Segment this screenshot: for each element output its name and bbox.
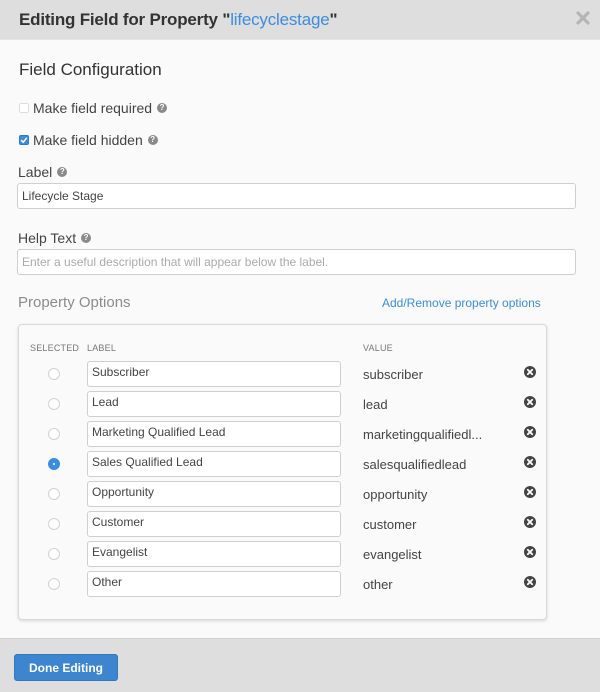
option-row: subscriber: [19, 361, 548, 387]
option-value: subscriber: [363, 367, 423, 382]
make-field-required-label: Make field required: [33, 100, 153, 116]
option-selected-radio[interactable]: [48, 458, 60, 470]
question-circle-icon[interactable]: ?: [57, 167, 68, 177]
question-circle-icon[interactable]: ?: [147, 135, 158, 145]
make-field-hidden-label: Make field hidden: [33, 132, 143, 148]
option-row: evangelist: [19, 541, 548, 567]
label-input[interactable]: [17, 183, 576, 209]
option-row: lead: [19, 391, 548, 417]
modal-title: Editing Field for Property "lifecyclesta…: [19, 10, 338, 29]
field-configuration-title: Field Configuration: [19, 60, 162, 79]
option-selected-radio[interactable]: [48, 548, 60, 560]
property-name: lifecyclestage: [230, 10, 330, 29]
option-label-input[interactable]: [87, 541, 341, 567]
property-options-title: Property Options: [18, 294, 131, 311]
modal-body: Field Configuration Make field required …: [0, 40, 600, 638]
remove-option-icon[interactable]: [524, 456, 536, 468]
option-value: other: [363, 577, 393, 592]
question-circle-icon[interactable]: ?: [157, 103, 168, 113]
checkmark-icon: [20, 137, 28, 144]
make-field-hidden-checkbox[interactable]: [19, 135, 29, 145]
close-icon[interactable]: [576, 11, 590, 25]
remove-option-icon[interactable]: [524, 396, 536, 408]
make-field-required-checkbox[interactable]: [19, 103, 29, 113]
column-header-value: VALUE: [363, 343, 393, 353]
option-label-input[interactable]: [87, 571, 341, 597]
make-field-required-row[interactable]: Make field required ?: [19, 100, 168, 116]
option-row: marketingqualifiedl...: [19, 421, 548, 447]
option-selected-radio[interactable]: [48, 488, 60, 500]
option-value: lead: [363, 397, 388, 412]
option-selected-radio[interactable]: [48, 428, 60, 440]
modal-footer: Done Editing: [0, 638, 600, 692]
done-editing-button[interactable]: Done Editing: [14, 654, 118, 681]
column-header-selected: SELECTED: [30, 343, 80, 353]
option-value: salesqualifiedlead: [363, 457, 467, 472]
help-text-field-label: Help Text ?: [18, 230, 92, 246]
question-circle-icon[interactable]: ?: [81, 233, 92, 243]
add-remove-options-link[interactable]: Add/Remove property options: [382, 296, 541, 310]
option-label-input[interactable]: [87, 511, 341, 537]
property-options-table: SELECTED LABEL VALUE subscriber lead marke…: [18, 324, 547, 620]
make-field-hidden-row[interactable]: Make field hidden ?: [19, 132, 158, 148]
option-value: customer: [363, 517, 417, 532]
remove-option-icon[interactable]: [524, 426, 536, 438]
option-selected-radio[interactable]: [48, 518, 60, 530]
remove-option-icon[interactable]: [524, 516, 536, 528]
option-label-input[interactable]: [87, 481, 341, 507]
help-text-input[interactable]: [17, 249, 576, 275]
modal-header: Editing Field for Property "lifecyclesta…: [0, 0, 600, 40]
option-selected-radio[interactable]: [48, 578, 60, 590]
remove-option-icon[interactable]: [524, 366, 536, 378]
option-selected-radio[interactable]: [48, 368, 60, 380]
option-label-input[interactable]: [87, 451, 341, 477]
option-value: opportunity: [363, 487, 428, 502]
remove-option-icon[interactable]: [524, 546, 536, 558]
option-label-input[interactable]: [87, 361, 341, 387]
remove-option-icon[interactable]: [524, 486, 536, 498]
option-row: sales qualified lead: [19, 451, 548, 477]
option-selected-radio[interactable]: [48, 398, 60, 410]
option-row: other: [19, 571, 548, 597]
option-label-input[interactable]: [87, 391, 341, 417]
column-header-label: LABEL: [87, 343, 117, 353]
option-value: evangelist: [363, 547, 422, 562]
option-value: marketingqualifiedl...: [363, 427, 483, 442]
option-row: customer: [19, 511, 548, 537]
label-field-label: Label ?: [18, 164, 68, 180]
remove-option-icon[interactable]: [524, 576, 536, 588]
option-row: opportunity: [19, 481, 548, 507]
option-label-input[interactable]: [87, 421, 341, 447]
